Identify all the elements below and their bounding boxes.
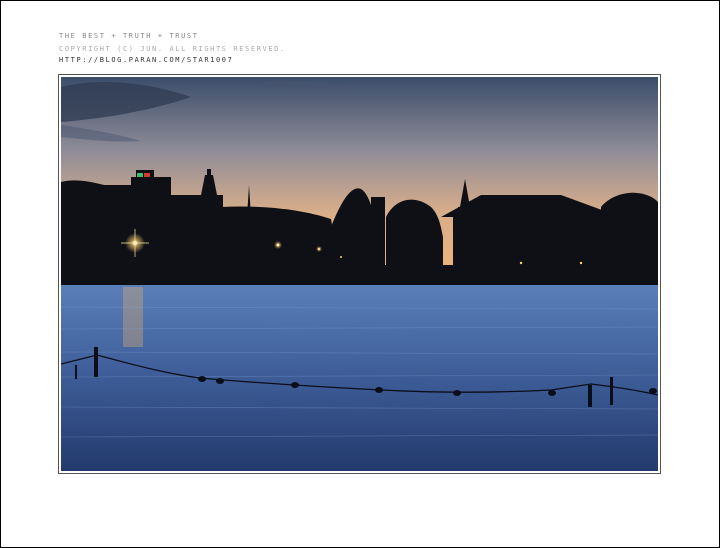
dusk-lake-photo — [61, 77, 658, 471]
photo-frame — [58, 74, 661, 474]
page-frame: the best + truth + trust copyright (c) j… — [0, 0, 720, 548]
light-reflection — [123, 287, 143, 347]
caption-url: http://blog.paran.com/star1007 — [59, 56, 234, 64]
lake-water — [61, 285, 658, 471]
caption-copyright: copyright (c) jun. all rights reserved. — [59, 45, 286, 53]
caption-tagline: the best + truth + trust — [59, 32, 199, 40]
